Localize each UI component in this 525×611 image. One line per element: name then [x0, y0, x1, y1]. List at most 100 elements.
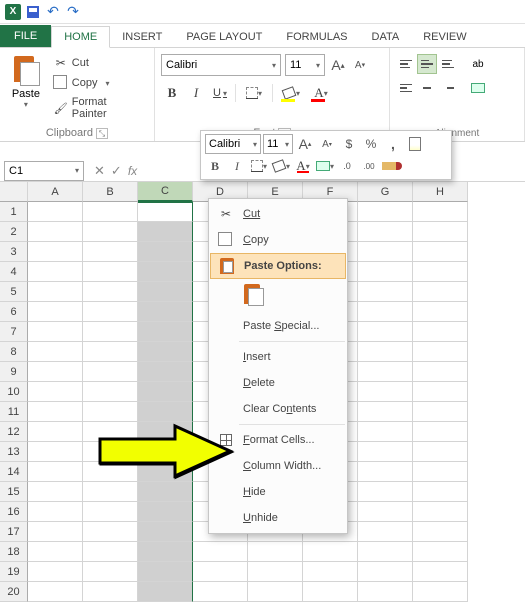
- enter-icon[interactable]: ✓: [111, 163, 122, 179]
- cell-G20[interactable]: [358, 582, 413, 602]
- copy-button[interactable]: Copy▾: [50, 74, 148, 92]
- cell-G3[interactable]: [358, 242, 413, 262]
- save-icon[interactable]: [24, 3, 42, 21]
- paste-option-default[interactable]: [239, 281, 269, 309]
- row-header-15[interactable]: 15: [0, 482, 28, 502]
- mini-currency-icon[interactable]: [339, 134, 359, 154]
- cell-H1[interactable]: [413, 202, 468, 222]
- cell-C8[interactable]: [138, 342, 193, 362]
- cell-B3[interactable]: [83, 242, 138, 262]
- cell-C3[interactable]: [138, 242, 193, 262]
- menu-delete[interactable]: Delete: [209, 370, 347, 396]
- cell-A12[interactable]: [28, 422, 83, 442]
- cell-A11[interactable]: [28, 402, 83, 422]
- cell-H9[interactable]: [413, 362, 468, 382]
- cell-G11[interactable]: [358, 402, 413, 422]
- align-bottom-button[interactable]: [438, 54, 458, 74]
- menu-cut[interactable]: Cut: [209, 201, 347, 227]
- cell-H4[interactable]: [413, 262, 468, 282]
- mini-shrink-font-icon[interactable]: A▾: [317, 134, 337, 154]
- select-all-corner[interactable]: [0, 182, 28, 202]
- cell-A10[interactable]: [28, 382, 83, 402]
- cell-A16[interactable]: [28, 502, 83, 522]
- cell-H11[interactable]: [413, 402, 468, 422]
- cell-G9[interactable]: [358, 362, 413, 382]
- underline-button[interactable]: U▾: [209, 82, 231, 104]
- cell-F20[interactable]: [303, 582, 358, 602]
- cell-A19[interactable]: [28, 562, 83, 582]
- cell-G8[interactable]: [358, 342, 413, 362]
- name-box[interactable]: C1▾: [4, 161, 84, 181]
- column-header-A[interactable]: A: [28, 182, 83, 202]
- cell-C11[interactable]: [138, 402, 193, 422]
- cell-F19[interactable]: [303, 562, 358, 582]
- cell-G6[interactable]: [358, 302, 413, 322]
- cell-H14[interactable]: [413, 462, 468, 482]
- fill-color-button[interactable]: ▾: [277, 82, 305, 104]
- column-header-G[interactable]: G: [358, 182, 413, 202]
- row-header-7[interactable]: 7: [0, 322, 28, 342]
- mini-bold-button[interactable]: B: [205, 156, 225, 176]
- cell-B1[interactable]: [83, 202, 138, 222]
- cell-B19[interactable]: [83, 562, 138, 582]
- align-middle-button[interactable]: [417, 54, 437, 74]
- cell-C19[interactable]: [138, 562, 193, 582]
- cell-H2[interactable]: [413, 222, 468, 242]
- cell-B9[interactable]: [83, 362, 138, 382]
- align-left-button[interactable]: [396, 78, 416, 98]
- mini-merge-button[interactable]: ▾: [315, 156, 335, 176]
- cell-A4[interactable]: [28, 262, 83, 282]
- mini-increase-decimal-icon[interactable]: [359, 156, 379, 176]
- cell-B8[interactable]: [83, 342, 138, 362]
- italic-button[interactable]: I: [185, 82, 207, 104]
- tab-review[interactable]: REVIEW: [411, 27, 478, 47]
- cell-C7[interactable]: [138, 322, 193, 342]
- cell-C18[interactable]: [138, 542, 193, 562]
- row-header-1[interactable]: 1: [0, 202, 28, 222]
- menu-unhide[interactable]: Unhide: [209, 505, 347, 531]
- tab-file[interactable]: FILE: [0, 25, 51, 47]
- tab-insert[interactable]: INSERT: [110, 27, 174, 47]
- format-painter-button[interactable]: Format Painter: [50, 94, 148, 122]
- cell-H20[interactable]: [413, 582, 468, 602]
- mini-italic-button[interactable]: I: [227, 156, 247, 176]
- font-color-button[interactable]: A▾: [307, 82, 335, 104]
- cell-H19[interactable]: [413, 562, 468, 582]
- mini-grow-font-icon[interactable]: A▴: [295, 134, 315, 154]
- mini-decrease-decimal-icon[interactable]: [337, 156, 357, 176]
- cell-H6[interactable]: [413, 302, 468, 322]
- row-header-5[interactable]: 5: [0, 282, 28, 302]
- row-header-16[interactable]: 16: [0, 502, 28, 522]
- font-size-select[interactable]: 11▾: [285, 54, 325, 76]
- cell-C6[interactable]: [138, 302, 193, 322]
- align-right-button[interactable]: [438, 78, 458, 98]
- cell-G13[interactable]: [358, 442, 413, 462]
- cell-H12[interactable]: [413, 422, 468, 442]
- column-header-H[interactable]: H: [413, 182, 468, 202]
- menu-insert[interactable]: Insert: [209, 344, 347, 370]
- align-center-button[interactable]: [417, 78, 437, 98]
- column-header-B[interactable]: B: [83, 182, 138, 202]
- row-header-17[interactable]: 17: [0, 522, 28, 542]
- cell-G2[interactable]: [358, 222, 413, 242]
- cell-H15[interactable]: [413, 482, 468, 502]
- cell-C9[interactable]: [138, 362, 193, 382]
- redo-icon[interactable]: [64, 3, 82, 21]
- mini-format-painter-icon[interactable]: [381, 156, 401, 176]
- cell-G18[interactable]: [358, 542, 413, 562]
- tab-page-layout[interactable]: PAGE LAYOUT: [174, 27, 274, 47]
- cell-B4[interactable]: [83, 262, 138, 282]
- cell-B20[interactable]: [83, 582, 138, 602]
- cell-C17[interactable]: [138, 522, 193, 542]
- cell-B6[interactable]: [83, 302, 138, 322]
- row-header-18[interactable]: 18: [0, 542, 28, 562]
- cell-C4[interactable]: [138, 262, 193, 282]
- cancel-icon[interactable]: ✕: [94, 163, 105, 179]
- cell-A17[interactable]: [28, 522, 83, 542]
- cell-A3[interactable]: [28, 242, 83, 262]
- menu-paste-options[interactable]: Paste Options:: [210, 253, 346, 279]
- cell-B18[interactable]: [83, 542, 138, 562]
- cell-D18[interactable]: [193, 542, 248, 562]
- mini-fill-button[interactable]: ▾: [271, 156, 291, 176]
- cell-G16[interactable]: [358, 502, 413, 522]
